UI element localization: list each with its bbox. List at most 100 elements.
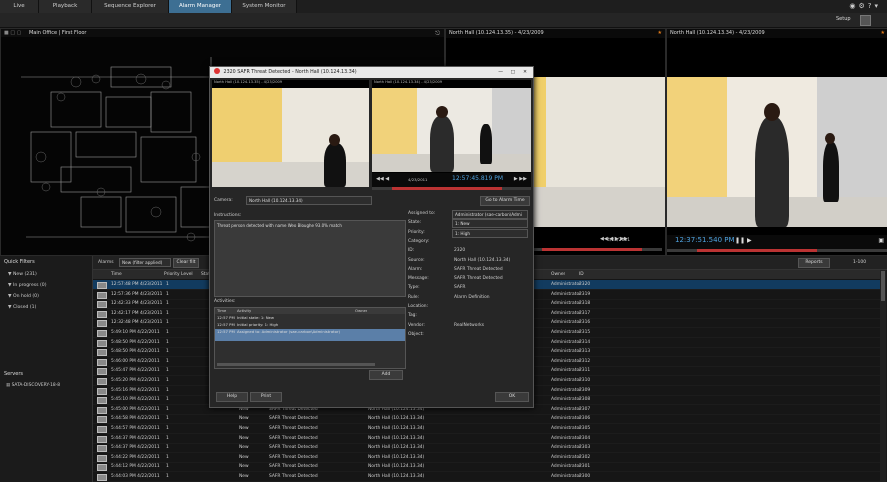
alarm-row-icon [97,301,107,309]
row-state: New [239,464,249,470]
camera-2-view[interactable] [667,77,887,227]
fullscreen-icon[interactable]: ▣ [878,237,884,244]
field-label: Assigned to: [408,211,436,216]
tab-alarm-manager[interactable]: Alarm Manager [169,0,232,13]
col-id[interactable]: ID [579,270,584,279]
camera-tile-2[interactable]: North Hall (10.124.13.34) - 4/23/2009 ★ … [607,28,887,256]
row-time: 5:44:22 PM 4/22/2011 [111,454,160,460]
camera-1-timeline[interactable] [532,248,662,251]
instructions-box[interactable]: Threat person detected with name Weo Blo… [214,220,406,297]
ok-button[interactable]: OK [495,392,529,402]
row-id: 2315 [579,330,591,335]
alarm-row-icon [97,464,107,472]
alarm-row-icon [97,349,107,357]
server-item[interactable]: ▦ SATA-DISCOVERY-18-8 [6,383,60,388]
dialog-camera-2[interactable]: North Hall (10.124.13.34) - 4/23/2009 ◀◀… [372,80,531,187]
row-time: 5:45:10 PM 4/22/2011 [111,397,160,403]
table-row[interactable]: 5:44:58 PM 4/22/2011 1 New SAFR Threat Dete… [93,414,880,425]
row-owner: Administrator [551,358,581,364]
tab-sequence-explorer[interactable]: Sequence Explorer [92,0,169,13]
table-row[interactable]: 5:44:03 PM 4/22/2011 1 New SAFR Threat Dete… [93,472,880,482]
field-value[interactable]: 1: High [452,228,528,238]
maximize-icon[interactable]: □ [510,67,515,78]
row-id: 2311 [579,368,591,374]
col-priority[interactable]: Priority Level [164,270,193,279]
activity-row[interactable]: 12:57 PM Initial state: 1: New [215,315,405,322]
row-message: SAFR Threat Detected [269,454,318,460]
field-label: Rule: [408,294,420,300]
row-priority: 1 [166,435,169,441]
dialog-playback-icons[interactable]: ◀◀ ◀ [376,176,389,182]
camera-2-timeline[interactable] [667,249,887,252]
row-priority: 1 [166,310,169,316]
table-row[interactable]: 5:44:37 PM 4/22/2011 1 New SAFR Threat Dete… [93,434,880,444]
pause-icon[interactable]: ❚❚ ▶ [735,237,752,244]
table-row[interactable]: 5:44:37 PM 4/22/2011 1 New SAFR Threat Dete… [93,443,880,454]
row-time: 12:57:36 PM 4/23/2011 [111,291,163,297]
camera-2-star-icon[interactable]: ★ [881,29,885,37]
table-row[interactable]: 5:44:22 PM 4/22/2011 1 New SAFR Threat Dete… [93,453,880,463]
dialog-titlebar: 2320 SAFR Threat Detected - North Hall (… [210,67,533,78]
dialog-timeline[interactable] [372,187,531,190]
dialog-video-controls: ◀◀ ◀ 4/23/2011 12:57:45.819 PM ▶ ▶▶ [372,173,531,187]
activity-row[interactable]: 12:57 PM Assigned to: Administrator (sae-… [215,329,405,341]
quick-filter-item[interactable]: ▼ New (231) [8,272,37,277]
activity-text: Initial state: 1: New [237,315,275,320]
col-time[interactable]: Time [111,270,122,279]
dialog-camera-1[interactable]: North Hall (10.124.13.35) - 4/23/2009 [212,80,369,187]
field-label: Priority: [408,229,425,235]
row-message: SAFR Threat Detected [269,464,318,470]
quick-filter-item[interactable]: ▼ On hold (0) [8,294,39,299]
quick-filter-item[interactable]: ▼ In progress (0) [8,283,47,288]
print-button[interactable]: Print [250,392,282,402]
setup-toggle-icon[interactable] [860,15,871,26]
alarm-row-icon [97,445,107,453]
setup-button[interactable]: Setup [836,16,851,22]
alarm-row-icon [97,358,107,366]
field-label: Type: [408,285,420,291]
activity-row[interactable]: 12:57 PM Initial priority: 1: High [215,322,405,329]
row-priority: 1 [166,349,169,355]
col-owner[interactable]: Owner [551,270,565,279]
camera-dropdown[interactable]: North Hall (10.124.13.34) [246,196,372,205]
field-value[interactable]: Administrator (sae-carbon\Admi [452,210,528,219]
camera-1-controls[interactable]: ◀◀ ◀ ▶ ▶▶ [600,236,628,242]
table-scrollbar[interactable] [880,270,886,482]
dialog-play-icon[interactable]: ▶ ▶▶ [514,176,527,182]
close-icon[interactable]: ✕ [523,67,527,78]
alarm-row-icon [97,406,107,414]
instructions-label: Instructions: [214,213,242,218]
servers-title: Servers [4,371,24,377]
row-id: 2318 [579,301,591,307]
help-button[interactable]: Help [216,392,248,402]
alarm-row-icon [97,310,107,318]
dialog-title: 2320 SAFR Threat Detected - North Hall (… [223,70,357,75]
tab-playback[interactable]: Playback [39,0,92,13]
menu-icon[interactable]: ▾ [874,2,881,10]
tab-system-monitor[interactable]: System Monitor [232,0,297,13]
row-id: 2313 [579,349,591,355]
reports-button[interactable]: Reports [798,258,830,268]
goto-alarm-time-button[interactable]: Go to Alarm Time [480,196,530,206]
row-owner: Administrator [551,310,581,316]
activity-text: Initial priority: 1: High [237,322,279,327]
table-row[interactable]: 5:44:57 PM 4/22/2011 1 New SAFR Threat Dete… [93,424,880,434]
row-owner: Administrator [551,454,581,460]
map-tools-icon[interactable]: ■ □ ▢ [4,30,21,36]
table-row[interactable]: 5:44:12 PM 4/22/2011 1 New SAFR Threat Dete… [93,462,880,473]
map-cursor-icon[interactable]: ⎋ [435,30,440,38]
quick-filters-panel: Quick Filters ▼ New (231) ▼ In progress (… [0,256,93,482]
alarm-filter-dropdown[interactable]: New (filter applied) [119,258,171,267]
row-id: 2305 [579,426,591,431]
activities-scrollbar[interactable] [217,363,375,366]
quick-filter-item[interactable]: ▼ Closed (1) [8,305,36,310]
tab-live[interactable]: Live [0,0,39,13]
row-priority: 1 [166,416,169,422]
gear-icon[interactable]: ⚙ [858,2,867,10]
camera-1-star-icon[interactable]: ★ [658,29,662,37]
add-activity-button[interactable]: Add [369,370,403,380]
alarm-row-icon [97,435,107,443]
clear-filter-button[interactable]: Clear filt [173,258,199,268]
minimize-icon[interactable]: — [498,67,503,78]
field-value[interactable]: 1: New [452,219,528,229]
